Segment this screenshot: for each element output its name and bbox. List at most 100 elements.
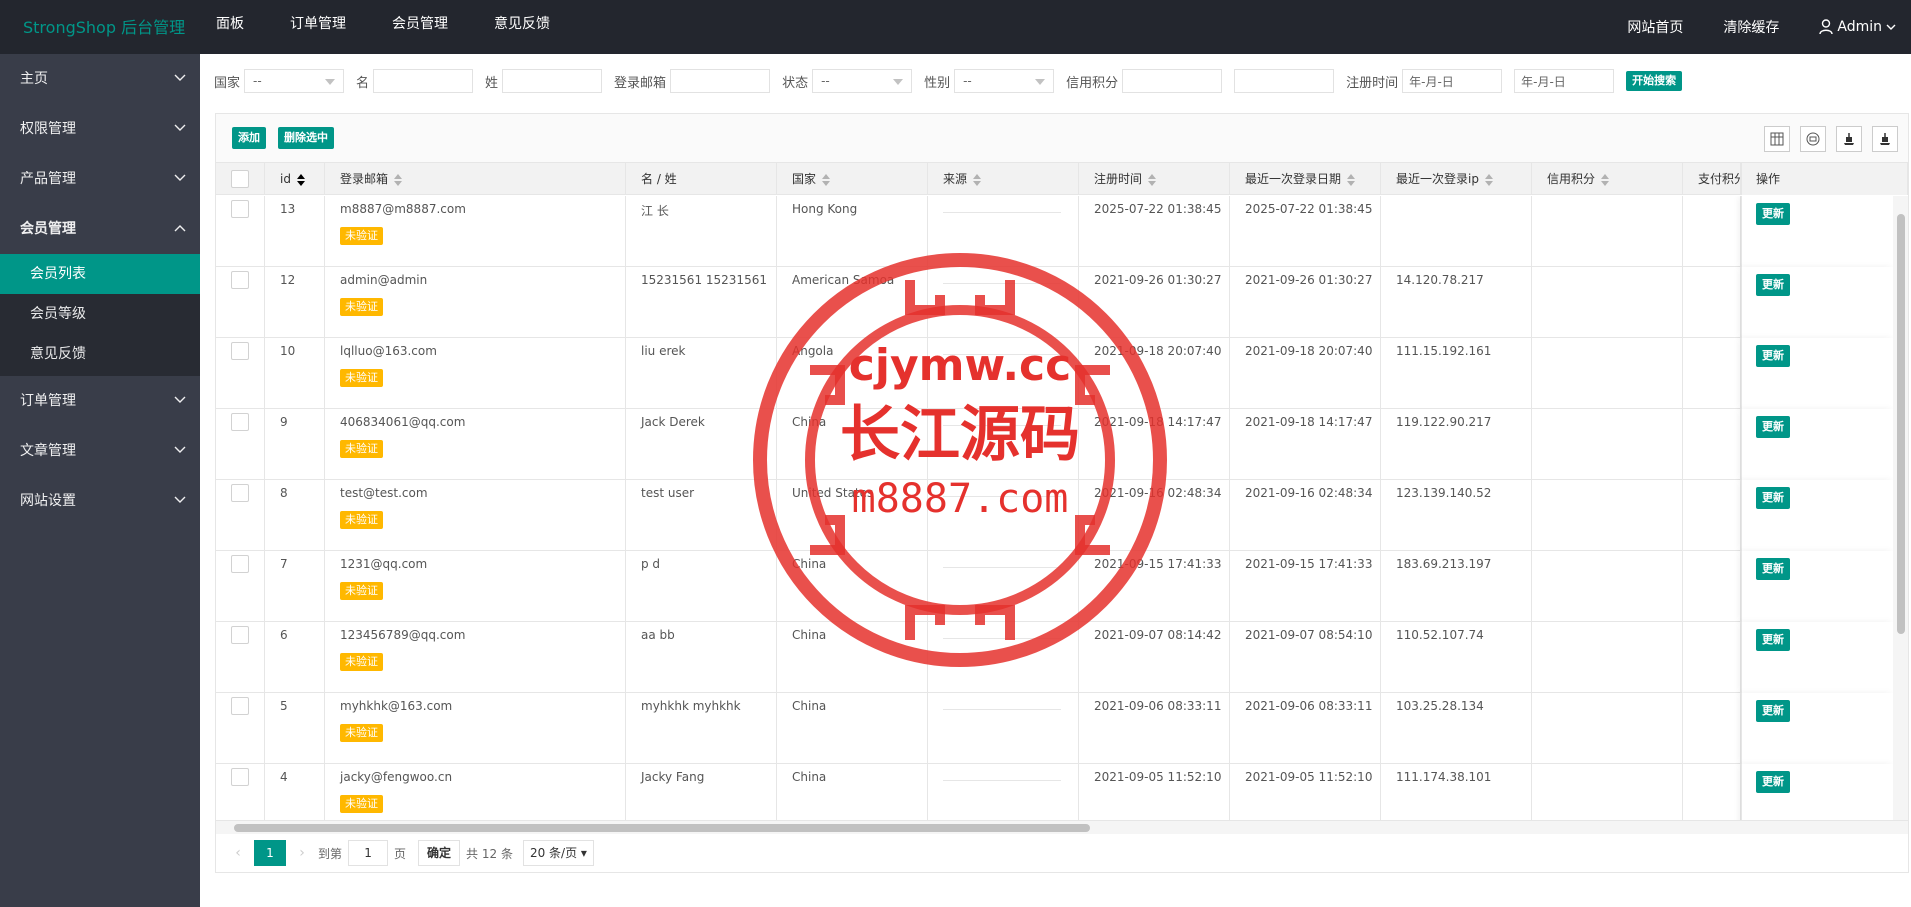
row-checkbox[interactable]	[231, 555, 249, 573]
top-nav-dashboard[interactable]: 面板	[216, 0, 244, 54]
horizontal-scrollbar[interactable]	[216, 820, 1908, 834]
top-nav-feedback[interactable]: 意见反馈	[494, 0, 550, 54]
credit-min-input[interactable]	[1122, 69, 1223, 93]
update-button[interactable]: 更新	[1756, 203, 1790, 225]
sort-icon[interactable]	[822, 173, 831, 186]
email-text: jacky@fengwoo.cn	[340, 770, 453, 784]
cell-country: American Samoa	[777, 267, 928, 338]
th-reg-time[interactable]: 注册时间	[1079, 163, 1230, 195]
sort-icon[interactable]	[1601, 173, 1610, 186]
reg-date-to-input[interactable]: 年-月-日	[1514, 69, 1615, 93]
scrollbar-thumb[interactable]	[1897, 214, 1905, 634]
cell-country: China	[777, 764, 928, 820]
th-last-login-ip-label: 最近一次登录ip	[1396, 172, 1479, 186]
first-name-input[interactable]	[373, 69, 474, 93]
app-logo[interactable]: StrongShop 后台管理	[23, 14, 185, 38]
cell-source	[928, 693, 1079, 764]
th-op: 操作	[1741, 163, 1908, 195]
cell-ip: 110.52.107.74	[1381, 622, 1532, 693]
row-checkbox[interactable]	[231, 484, 249, 502]
site-home-link[interactable]: 网站首页	[1627, 17, 1683, 37]
th-email[interactable]: 登录邮箱	[325, 163, 626, 195]
cell-pay	[1683, 693, 1741, 764]
cell-credit	[1532, 622, 1683, 693]
th-last-login-date[interactable]: 最近一次登录日期	[1230, 163, 1381, 195]
next-page-icon[interactable]: ›	[292, 845, 312, 861]
th-country[interactable]: 国家	[777, 163, 928, 195]
row-checkbox[interactable]	[231, 271, 249, 289]
sort-icon[interactable]	[1347, 173, 1356, 186]
per-page-select[interactable]: 20 条/页 ▾	[522, 840, 594, 866]
row-checkbox[interactable]	[231, 626, 249, 644]
sort-icon[interactable]	[1148, 173, 1157, 186]
cell-credit	[1532, 764, 1683, 820]
sidebar-item-members[interactable]: 会员管理	[0, 204, 200, 254]
gender-select[interactable]: --	[954, 69, 1055, 93]
select-all-checkbox[interactable]	[231, 170, 249, 188]
sidebar-item-site-settings[interactable]: 网站设置	[0, 476, 200, 526]
sidebar-item-home[interactable]: 主页	[0, 54, 200, 104]
sidebar-subitem-member-levels[interactable]: 会员等级	[0, 294, 200, 334]
sidebar-subitem-feedback[interactable]: 意见反馈	[0, 334, 200, 374]
status-select-value: --	[821, 74, 830, 88]
reg-date-from-input[interactable]: 年-月-日	[1402, 69, 1503, 93]
top-bar: StrongShop 后台管理 面板 订单管理 会员管理 意见反馈 网站首页 清…	[0, 0, 1911, 54]
search-button[interactable]: 开始搜索	[1626, 71, 1683, 91]
scrollbar-thumb[interactable]	[234, 824, 1090, 832]
import-icon[interactable]	[1872, 126, 1898, 152]
row-checkbox[interactable]	[231, 413, 249, 431]
export-icon[interactable]	[1836, 126, 1862, 152]
cell-ip: 103.25.28.134	[1381, 693, 1532, 764]
update-button[interactable]: 更新	[1756, 771, 1790, 793]
top-nav-orders[interactable]: 订单管理	[290, 0, 346, 54]
top-nav-members[interactable]: 会员管理	[392, 0, 448, 54]
page-current[interactable]: 1	[254, 840, 286, 866]
sort-icon[interactable]	[1484, 173, 1493, 186]
vertical-scrollbar[interactable]	[1893, 196, 1908, 820]
add-button[interactable]: 添加	[232, 127, 266, 149]
goto-confirm-button[interactable]: 确定	[418, 840, 461, 866]
th-last-login-ip[interactable]: 最近一次登录ip	[1381, 163, 1532, 195]
update-button[interactable]: 更新	[1756, 629, 1790, 651]
row-checkbox[interactable]	[231, 697, 249, 715]
sidebar-subitem-member-list[interactable]: 会员列表	[0, 254, 200, 294]
clear-cache-link[interactable]: 清除缓存	[1723, 17, 1779, 37]
user-menu[interactable]: Admin	[1819, 19, 1896, 35]
cell-last-login: 2021-09-26 01:30:27	[1230, 267, 1381, 338]
update-button[interactable]: 更新	[1756, 558, 1790, 580]
columns-filter-icon[interactable]	[1764, 126, 1790, 152]
goto-page-input[interactable]: 1	[348, 840, 389, 866]
first-name-label: 名	[356, 75, 370, 91]
th-source[interactable]: 来源	[928, 163, 1079, 195]
update-button[interactable]: 更新	[1756, 700, 1790, 722]
prev-page-icon[interactable]: ‹	[228, 845, 248, 861]
members-submenu: 会员列表 会员等级 意见反馈	[0, 254, 200, 376]
sort-desc-icon[interactable]	[296, 173, 305, 186]
sidebar-item-orders[interactable]: 订单管理	[0, 376, 200, 426]
sort-icon[interactable]	[973, 173, 982, 186]
table-row: 8 test@test.com 未验证 test user United Stat…	[216, 480, 1893, 551]
delete-selected-button[interactable]: 删除选中	[278, 127, 334, 149]
last-name-input[interactable]	[502, 69, 603, 93]
sidebar-item-products[interactable]: 产品管理	[0, 154, 200, 204]
table-row: 6 123456789@qq.com 未验证 aa bb China 2021-0…	[216, 622, 1893, 693]
sidebar-item-permissions[interactable]: 权限管理	[0, 104, 200, 154]
th-credit[interactable]: 信用积分	[1532, 163, 1683, 195]
print-icon[interactable]	[1800, 126, 1826, 152]
row-checkbox[interactable]	[231, 342, 249, 360]
row-checkbox[interactable]	[231, 200, 249, 218]
update-button[interactable]: 更新	[1756, 416, 1790, 438]
email-input[interactable]	[670, 69, 771, 93]
cell-id: 4	[265, 764, 325, 820]
country-select[interactable]: --	[244, 69, 345, 93]
cell-credit	[1532, 267, 1683, 338]
th-id[interactable]: id	[265, 163, 325, 195]
row-checkbox[interactable]	[231, 768, 249, 786]
update-button[interactable]: 更新	[1756, 487, 1790, 509]
status-select[interactable]: --	[812, 69, 913, 93]
sidebar-item-articles[interactable]: 文章管理	[0, 426, 200, 476]
credit-max-input[interactable]	[1234, 69, 1335, 93]
update-button[interactable]: 更新	[1756, 345, 1790, 367]
update-button[interactable]: 更新	[1756, 274, 1790, 296]
sort-icon[interactable]	[394, 173, 403, 186]
